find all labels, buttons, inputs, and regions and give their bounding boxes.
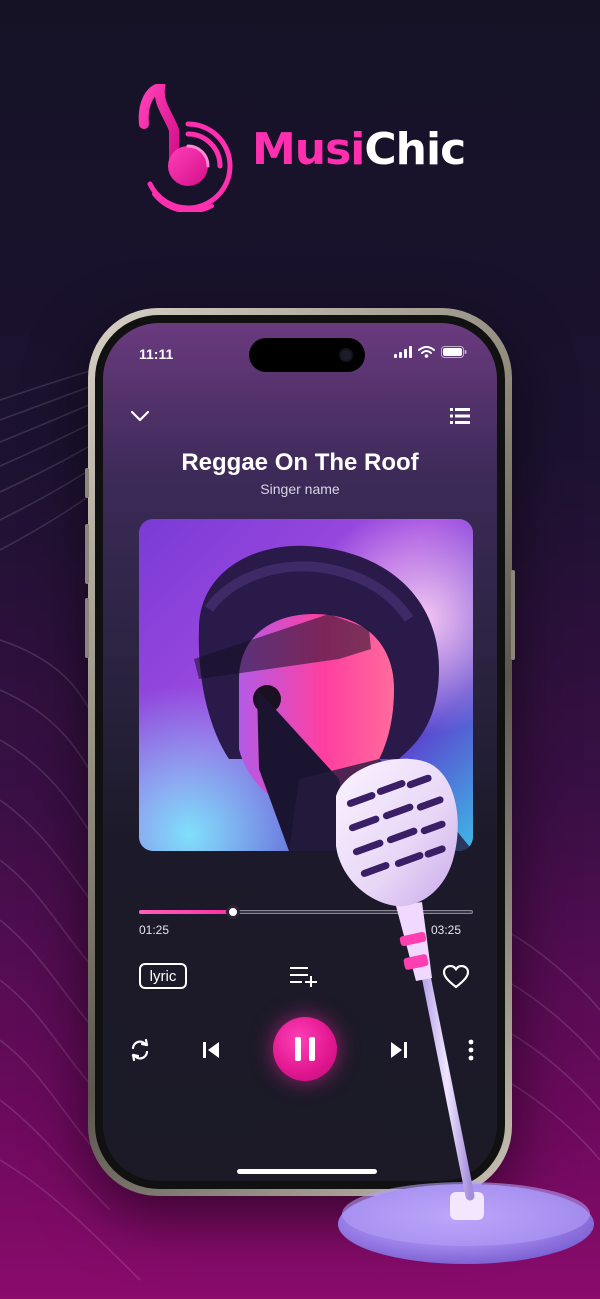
previous-button[interactable] [199, 1037, 223, 1063]
music-note-icon [138, 84, 233, 212]
add-to-playlist-button[interactable] [289, 963, 319, 989]
repeat-icon [131, 1039, 149, 1061]
phone-volume-up [85, 524, 89, 584]
phone-power-button [511, 570, 515, 660]
status-bar: 11:11 [103, 323, 497, 383]
progress-fill [139, 910, 233, 914]
song-title: Reggae On The Roof [181, 449, 419, 476]
queue-button[interactable] [447, 403, 473, 429]
list-icon [450, 408, 470, 424]
phone-action-button [85, 468, 89, 498]
pause-icon [295, 1037, 315, 1061]
microphone-icon [336, 758, 594, 1264]
camera-icon [339, 348, 353, 362]
brand-name: MusiChic [252, 124, 466, 175]
wifi-icon [418, 346, 435, 358]
singer-name: Singer name [260, 481, 340, 497]
phone-volume-down [85, 598, 89, 658]
skip-previous-icon [203, 1042, 219, 1058]
status-time: 11:11 [139, 346, 174, 362]
dynamic-island [249, 338, 365, 372]
collapse-button[interactable] [127, 403, 153, 429]
status-icons [394, 346, 467, 358]
lyric-label: lyric [149, 967, 177, 985]
chevron-down-icon [130, 410, 150, 422]
playlist-add-icon [290, 967, 317, 987]
repeat-button[interactable] [127, 1037, 153, 1063]
battery-icon [441, 346, 467, 358]
current-time: 01:25 [139, 923, 170, 937]
progress-knob[interactable] [225, 905, 240, 919]
brand-header: MusiChic [0, 80, 600, 220]
lyric-button[interactable]: lyric [139, 963, 187, 989]
brand-name-part2: Chic [364, 124, 466, 175]
signal-icon [394, 346, 412, 358]
brand-name-part1: Musi [252, 124, 365, 175]
